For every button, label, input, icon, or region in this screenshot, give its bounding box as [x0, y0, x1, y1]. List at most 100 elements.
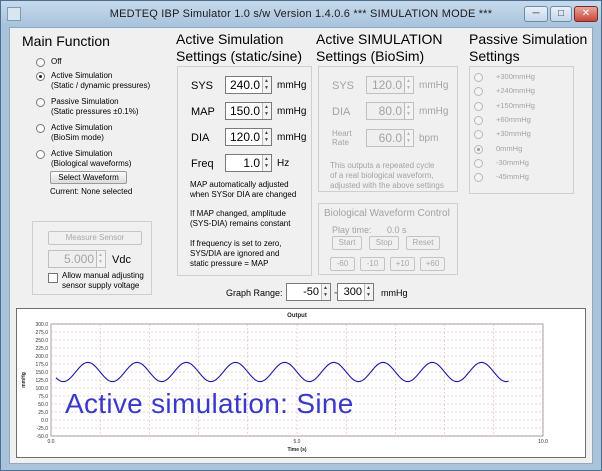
- radio-icon[interactable]: [36, 150, 45, 159]
- biosim-heading: Active SIMULATION Settings (BioSim): [316, 31, 443, 64]
- radio-icon[interactable]: [474, 158, 483, 168]
- output-chart[interactable]: 300.0 275.0 250.0 225.0 200.0 175.0 150.0 125.0…: [16, 308, 586, 458]
- radio-icon[interactable]: [474, 101, 483, 111]
- play-time-label: Play time:: [332, 225, 372, 235]
- main-function-option[interactable]: Active Simulation (BioSim mode): [36, 123, 176, 147]
- active-field-value: 150.0: [229, 104, 260, 118]
- graph-range-min-stepper[interactable]: -50 ▲ ▼: [286, 283, 331, 301]
- active-field-label: SYS: [191, 80, 214, 92]
- overlay-caption: Active simulation: Sine: [65, 388, 354, 419]
- radio-icon[interactable]: [474, 173, 483, 183]
- graph-range-unit: mmHg: [381, 288, 408, 298]
- y-tick-label: 150.0: [35, 370, 48, 376]
- stepper-arrows-icon[interactable]: ▲ ▼: [404, 77, 413, 93]
- y-tick-label: 25.0: [38, 410, 48, 416]
- radio-icon[interactable]: [474, 73, 483, 82]
- main-function-option[interactable]: Active Simulation (Biological waveforms): [36, 149, 176, 173]
- radio-icon[interactable]: [36, 98, 45, 107]
- select-waveform-button[interactable]: Select Waveform: [50, 171, 127, 184]
- active-field-stepper[interactable]: 120.0 ▲ ▼: [225, 128, 272, 146]
- main-function-option-label: Active Simulation (Biological waveforms): [51, 149, 132, 168]
- biosim-note: This outputs a repeated cycle of a real …: [330, 161, 444, 190]
- passive-option[interactable]: +300mmHg: [474, 72, 569, 84]
- maximize-button[interactable]: □: [550, 6, 572, 22]
- main-function-heading: Main Function: [22, 33, 110, 49]
- active-note: If frequency is set to zero, SYS/DIA are…: [190, 239, 282, 268]
- passive-heading: Passive Simulation Settings: [469, 31, 588, 64]
- y-tick-label: 75.0: [38, 394, 48, 400]
- x-tick-label: 10.0: [538, 439, 548, 445]
- stepper-arrows-icon[interactable]: ▲ ▼: [96, 251, 105, 267]
- radio-icon[interactable]: [474, 87, 483, 97]
- chart-title: Output: [287, 313, 307, 319]
- waveform-control-button[interactable]: Reset: [406, 236, 440, 250]
- radio-icon[interactable]: [474, 115, 483, 125]
- passive-option[interactable]: +30mmHg: [474, 129, 569, 141]
- waveform-step-button[interactable]: -60: [330, 257, 355, 271]
- active-field-stepper[interactable]: 150.0 ▲ ▼: [225, 102, 272, 120]
- close-button[interactable]: ✕: [574, 6, 598, 22]
- radio-icon[interactable]: [36, 124, 45, 133]
- passive-option[interactable]: +150mmHg: [474, 101, 569, 113]
- main-function-options: Off Active Simulation (Static / dynamic p…: [36, 57, 176, 177]
- stepper-arrows-icon[interactable]: ▲ ▼: [404, 103, 413, 119]
- active-field-unit: Hz: [277, 158, 290, 169]
- waveform-step-button[interactable]: +10: [390, 257, 415, 271]
- title-bar[interactable]: MEDTEQ IBP Simulator 1.0 s/w Version 1.4…: [1, 1, 601, 27]
- passive-option[interactable]: -45mmHg: [474, 172, 569, 184]
- y-tick-label: 50.0: [38, 402, 48, 408]
- biosim-field-stepper[interactable]: 60.0 ▲ ▼: [366, 129, 414, 147]
- x-tick-label: 5.0: [294, 439, 301, 445]
- minimize-button[interactable]: ─: [524, 6, 548, 22]
- stepper-arrows-icon[interactable]: ▲ ▼: [321, 284, 330, 300]
- active-field-stepper[interactable]: 240.0 ▲ ▼: [225, 76, 272, 94]
- biosim-field-unit: bpm: [419, 133, 439, 144]
- waveform-step-button[interactable]: -10: [360, 257, 385, 271]
- measure-sensor-button[interactable]: Measure Sensor: [48, 231, 142, 245]
- passive-option-label: +240mmHg: [496, 86, 535, 96]
- stepper-arrows-icon[interactable]: ▲ ▼: [262, 129, 271, 145]
- allow-manual-checkbox[interactable]: [48, 273, 58, 283]
- passive-option[interactable]: -30mmHg: [474, 158, 569, 170]
- biosim-field-unit: mmHg: [419, 106, 449, 117]
- y-tick-label: 200.0: [35, 354, 48, 360]
- passive-option[interactable]: +60mmHg: [474, 115, 569, 127]
- sensor-voltage-value: 5.000: [63, 252, 94, 266]
- stepper-arrows-icon[interactable]: ▲ ▼: [364, 284, 373, 300]
- y-tick-label: 250.0: [35, 338, 48, 344]
- active-field-unit: mmHg: [277, 80, 307, 91]
- main-panel: Main Function Off Active Simulation (Stat…: [9, 27, 593, 464]
- y-tick-label: 225.0: [35, 346, 48, 352]
- radio-icon[interactable]: [474, 144, 483, 154]
- passive-option[interactable]: 0mmHg: [474, 144, 569, 156]
- current-waveform-label: Current: None selected: [50, 187, 133, 196]
- output-chart-svg: 300.0 275.0 250.0 225.0 200.0 175.0 150.0 125.0…: [21, 313, 548, 453]
- graph-range-max-stepper[interactable]: 300 ▲ ▼: [337, 283, 374, 301]
- radio-icon[interactable]: [474, 130, 483, 140]
- biosim-field-stepper[interactable]: 80.0 ▲ ▼: [366, 102, 414, 120]
- stepper-arrows-icon[interactable]: ▲ ▼: [262, 77, 271, 93]
- radio-icon[interactable]: [36, 58, 45, 67]
- passive-options: +300mmHg +240mmHg +150mmHg +60mmHg +30mmHg 0m…: [474, 72, 569, 192]
- active-field-label: MAP: [191, 106, 215, 118]
- active-field-label: Freq: [191, 158, 214, 170]
- biosim-field-label: SYS: [332, 80, 355, 92]
- main-function-option[interactable]: Active Simulation (Static / dynamic pres…: [36, 71, 176, 95]
- active-field-stepper[interactable]: 1.0 ▲ ▼: [225, 154, 272, 172]
- waveform-control-button[interactable]: Start: [332, 236, 362, 250]
- waveform-step-button[interactable]: +60: [420, 257, 445, 271]
- main-function-option[interactable]: Passive Simulation (Static pressures ±0.…: [36, 97, 176, 121]
- waveform-control-button[interactable]: Stop: [369, 236, 399, 250]
- sensor-voltage-stepper[interactable]: 5.000 ▲ ▼: [48, 250, 106, 268]
- biosim-field-label: DIA: [332, 106, 351, 118]
- active-field-unit: mmHg: [277, 106, 307, 117]
- y-tick-label: 0.0: [41, 418, 48, 424]
- passive-option-label: +60mmHg: [496, 114, 531, 124]
- biosim-field-stepper[interactable]: 120.0 ▲ ▼: [366, 76, 414, 94]
- passive-option[interactable]: +240mmHg: [474, 86, 569, 98]
- stepper-arrows-icon[interactable]: ▲ ▼: [262, 103, 271, 119]
- stepper-arrows-icon[interactable]: ▲ ▼: [404, 130, 413, 146]
- radio-icon[interactable]: [36, 72, 45, 81]
- biosim-field-value: 60.0: [378, 131, 402, 145]
- stepper-arrows-icon[interactable]: ▲ ▼: [262, 155, 271, 171]
